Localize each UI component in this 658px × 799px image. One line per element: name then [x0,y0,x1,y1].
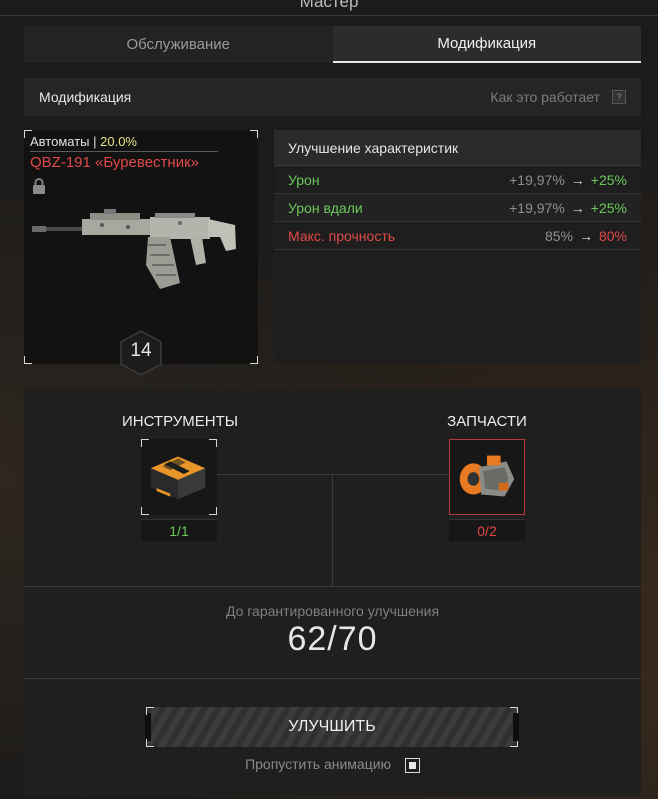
corner-bracket [146,739,154,747]
corner-bracket [250,356,258,364]
parts-count-value: 0/2 [477,523,497,539]
button-cap [513,713,519,741]
corner-bracket [146,707,154,715]
weapon-category-percent: 20.0% [100,134,137,149]
guarantee-label: До гарантированного улучшения [225,603,440,619]
how-it-works-link[interactable]: Как это работает [490,89,600,105]
upgrade-button[interactable]: УЛУЧШИТЬ [145,707,519,747]
stat-row: Урон вдали +19,97% → +25% [274,194,641,222]
weapon-image [32,209,236,289]
window-title: Мастер [299,0,359,11]
stat-new-value: 80% [598,227,627,244]
weapon-name: QBZ-191 «Буревестник» [30,154,199,171]
tab-modification[interactable]: Модификация [332,26,641,63]
parts-slot[interactable] [449,439,525,515]
section-divider [24,678,641,679]
stat-arrow: → [570,171,585,188]
stat-old-value: 85% [544,227,573,244]
tab-maintenance[interactable]: Обслуживание [24,26,333,63]
title-divider [0,15,658,16]
connector-line [217,474,449,475]
weapon-divider [30,151,218,152]
stat-old-value: +19,97% [509,199,565,216]
upgrade-panel: ИНСТРУМЕНТЫ ЗАПЧАСТИ 1/1 0/2 До гарантир… [24,388,641,796]
stat-label: Урон [288,171,320,188]
corner-bracket [24,356,32,364]
help-icon[interactable]: ? [612,90,626,104]
tools-slot[interactable] [141,439,217,515]
weapon-category: Автоматы | 20.0% [30,134,137,149]
skip-animation-row: Пропустить анимацию [24,756,641,773]
upgrade-button-label: УЛУЧШИТЬ [288,718,376,735]
stat-new-value: +25% [590,199,627,216]
section-title: Модификация [39,89,132,105]
corner-bracket [141,439,149,447]
parts-title: ЗАПЧАСТИ [447,413,527,430]
tab-bar: Обслуживание Модификация [24,26,641,63]
toolbox-icon [150,456,206,500]
spare-parts-icon [459,455,515,497]
weapon-category-label: Автоматы | [30,134,97,149]
corner-bracket [209,439,217,447]
stat-new-value: +25% [590,171,627,188]
corner-bracket [209,507,217,515]
parts-count: 0/2 [449,519,525,541]
corner-bracket [141,507,149,515]
stats-panel: Улучшение характеристик Урон +19,97% → +… [274,130,641,364]
stat-row: Урон +19,97% → +25% [274,166,641,194]
button-cap [145,713,151,741]
weapon-card: Автоматы | 20.0% QBZ-191 «Буревестник» 1… [24,130,258,376]
section-divider [24,586,641,587]
guarantee-progress: 62/70 [287,620,378,658]
tools-count: 1/1 [141,519,217,541]
stat-label: Урон вдали [288,199,363,216]
corner-bracket [250,130,258,138]
lock-icon [33,178,45,194]
tools-count-value: 1/1 [169,523,189,539]
stat-arrow: → [578,227,593,244]
stat-arrow: → [570,199,585,216]
stats-title: Улучшение характеристик [274,130,641,166]
stat-label: Макс. прочность [288,227,396,244]
tools-title: ИНСТРУМЕНТЫ [121,413,239,430]
skip-animation-checkbox[interactable] [404,757,420,773]
stat-old-value: +19,97% [509,171,565,188]
skip-animation-label: Пропустить анимацию [245,756,392,772]
weapon-level: 14 [130,340,152,361]
stat-row: Макс. прочность 85% → 80% [274,222,641,250]
section-header: Модификация Как это работает ? [24,78,641,116]
connector-line [332,474,333,586]
